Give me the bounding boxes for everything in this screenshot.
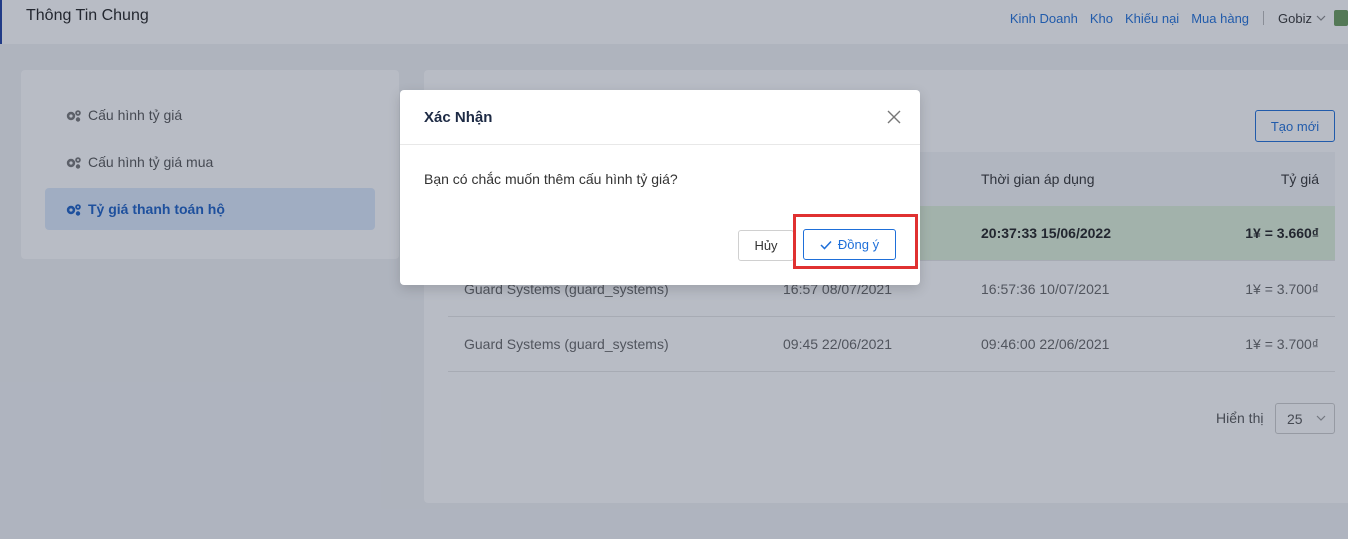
dialog-message: Bạn có chắc muốn thêm cấu hình tỷ giá? — [424, 171, 678, 187]
close-icon[interactable] — [886, 109, 902, 125]
annotation-highlight-box — [793, 214, 918, 269]
dialog-title: Xác Nhận — [424, 109, 493, 126]
cancel-button[interactable]: Hủy — [738, 230, 794, 261]
dialog-header: Xác Nhận — [400, 90, 920, 145]
